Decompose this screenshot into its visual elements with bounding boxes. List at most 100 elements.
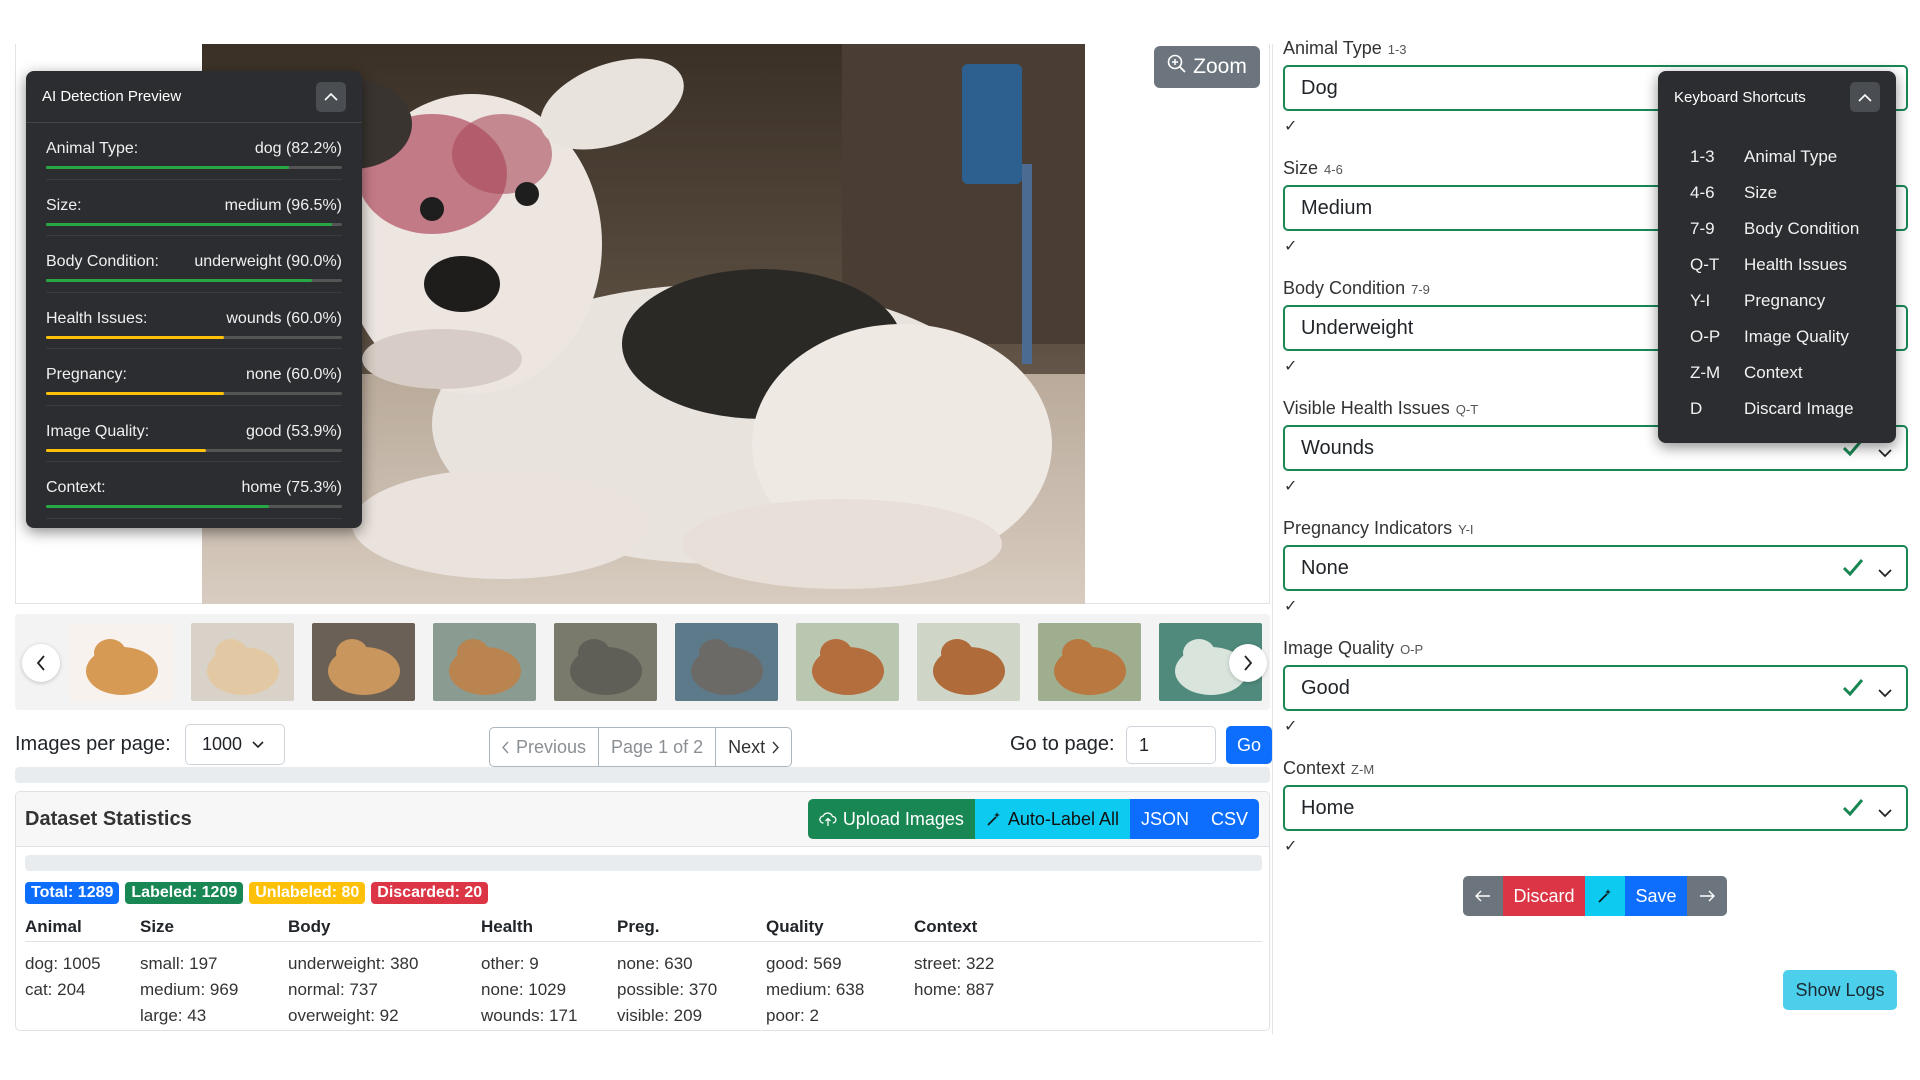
export-csv-button[interactable]: CSV xyxy=(1199,799,1259,839)
field-label-text: Image Quality xyxy=(1283,638,1395,658)
thumbnail-dog-on-couch[interactable] xyxy=(312,623,415,701)
valid-feedback: ✓ xyxy=(1284,358,1298,375)
thumbnail-image xyxy=(70,623,173,701)
field-shortcut-hint: Z-M xyxy=(1351,762,1375,777)
total-badge: Total: 1289 xyxy=(25,882,120,904)
images-per-page-label: Images per page: xyxy=(15,733,171,755)
thumbnail-image xyxy=(917,623,1020,701)
confidence-track xyxy=(46,392,342,395)
stats-cell: poor: 2 xyxy=(766,1006,819,1025)
confidence-track xyxy=(46,505,342,508)
goto-page-label: Go to page: xyxy=(1010,733,1115,755)
upload-images-button[interactable]: Upload Images xyxy=(807,799,975,839)
chevron-right-icon xyxy=(1244,655,1253,671)
ai-detection-label: Animal Type: xyxy=(46,140,139,157)
confidence-track xyxy=(46,335,342,339)
check-icon xyxy=(1842,796,1864,824)
ai-detection-value: medium (96.5%) xyxy=(224,196,342,214)
shortcuts-title: Keyboard Shortcuts xyxy=(1674,88,1806,106)
previous-page-button[interactable]: Previous xyxy=(490,728,600,766)
field-value: Dog xyxy=(1301,76,1338,99)
ai-detection-value: wounds (60.0%) xyxy=(226,309,342,327)
shortcuts-collapse-button[interactable] xyxy=(1850,82,1880,112)
confidence-bar xyxy=(46,166,290,169)
thumbnail-prev-button[interactable] xyxy=(22,644,60,682)
thumbnail-dog-lying-white-bg[interactable] xyxy=(70,623,173,701)
pagination: Previous Page 1 of 2 Next xyxy=(489,727,793,767)
thumbnail-cat-with-box[interactable] xyxy=(554,623,657,701)
stats-cell: normal: 737 xyxy=(288,980,378,999)
confidence-bar xyxy=(46,505,269,508)
chevron-up-icon xyxy=(1858,93,1872,102)
chevron-up-icon xyxy=(324,92,338,101)
export-json-button[interactable]: JSON xyxy=(1129,799,1200,839)
stats-cell: possible: 370 xyxy=(617,980,718,999)
ai-detection-value: none (60.0%) xyxy=(245,366,342,383)
stats-cell: visible: 209 xyxy=(617,1006,703,1025)
shortcut-desc: Discard Image xyxy=(1744,399,1854,418)
field-select[interactable]: Good xyxy=(1283,665,1908,711)
ai-detection-label: Pregnancy: xyxy=(46,366,127,383)
chevron-down-icon xyxy=(252,740,264,748)
field-select[interactable]: Home xyxy=(1283,785,1908,831)
images-per-page-select[interactable]: 1000 xyxy=(185,724,285,765)
confidence-bar xyxy=(46,392,224,395)
chevron-left-icon xyxy=(36,655,45,671)
panel-divider xyxy=(1272,44,1273,1034)
show-logs-button[interactable]: Show Logs xyxy=(1783,970,1897,1010)
zoom-button[interactable]: Zoom xyxy=(1154,46,1260,88)
go-button[interactable]: Go xyxy=(1226,726,1272,764)
shortcut-key: Z-M xyxy=(1690,363,1721,382)
stats-cell: dog: 1005 xyxy=(25,954,101,973)
next-page-button[interactable]: Next xyxy=(716,728,791,766)
stats-cell: underweight: 380 xyxy=(288,954,419,973)
chevron-right-icon xyxy=(772,741,780,753)
next-label: Next xyxy=(728,736,766,757)
stats-cell: cat: 204 xyxy=(25,980,86,999)
zoom-in-icon xyxy=(1167,54,1187,80)
thumbnail-strip xyxy=(15,614,1270,710)
next-image-button[interactable] xyxy=(1687,876,1727,916)
field-label: Image Quality O-P xyxy=(1283,638,1423,659)
shortcut-key: 4-6 xyxy=(1690,183,1715,202)
thumbnail-dog-sitting-room[interactable] xyxy=(433,623,536,701)
thumbnail-image xyxy=(191,623,294,701)
field-label-text: Context xyxy=(1283,758,1346,778)
dataset-statistics: Dataset Statistics Upload Images Auto-La… xyxy=(15,791,1270,1031)
ai-detection-row: Animal Type: dog (82.2%) xyxy=(46,123,342,180)
stats-cell: large: 43 xyxy=(140,1006,207,1025)
field-value: Wounds xyxy=(1301,436,1375,459)
discard-button[interactable]: Discard xyxy=(1503,876,1585,916)
valid-feedback: ✓ xyxy=(1284,838,1298,855)
thumbnail-next-button[interactable] xyxy=(1229,644,1267,682)
csv-label: CSV xyxy=(1210,808,1248,829)
ai-preview-collapse-button[interactable] xyxy=(316,81,346,112)
chevron-down-icon xyxy=(1878,441,1892,464)
thumbnail-image xyxy=(796,623,899,701)
chevron-down-icon xyxy=(1878,801,1892,824)
thumbnail-pug[interactable] xyxy=(191,623,294,701)
field-label: Visible Health Issues Q-T xyxy=(1283,398,1478,419)
stats-cell: medium: 969 xyxy=(140,980,239,999)
shortcut-key: O-P xyxy=(1690,327,1721,346)
upload-images-label: Upload Images xyxy=(842,808,964,829)
ai-detection-label: Image Quality: xyxy=(46,422,150,440)
field-select[interactable]: None xyxy=(1283,545,1908,591)
previous-image-button[interactable] xyxy=(1463,876,1503,916)
auto-label-all-button[interactable]: Auto-Label All xyxy=(974,799,1130,839)
thumbnail-dog-portrait-garden-1[interactable] xyxy=(796,623,899,701)
stats-cell: other: 9 xyxy=(481,954,539,973)
thumbnail-dog-portrait-garden-2[interactable] xyxy=(917,623,1020,701)
field-shortcut-hint: Y-I xyxy=(1458,522,1474,537)
thumbnail-cat-on-floor[interactable] xyxy=(675,623,778,701)
stats-cell: none: 1029 xyxy=(481,980,567,999)
page-info-text: Page 1 of 2 xyxy=(611,736,704,757)
ai-preview-title: AI Detection Preview xyxy=(42,88,182,105)
save-button[interactable]: Save xyxy=(1625,876,1687,916)
shortcut-desc: Health Issues xyxy=(1744,255,1847,274)
auto-label-button[interactable] xyxy=(1585,876,1625,916)
ai-detection-row: Image Quality: good (53.9%) xyxy=(46,406,342,462)
thumbnail-dog-portrait-garden-3[interactable] xyxy=(1038,623,1141,701)
chevron-left-icon xyxy=(502,741,509,753)
goto-page-input[interactable]: 1 xyxy=(1126,726,1216,764)
